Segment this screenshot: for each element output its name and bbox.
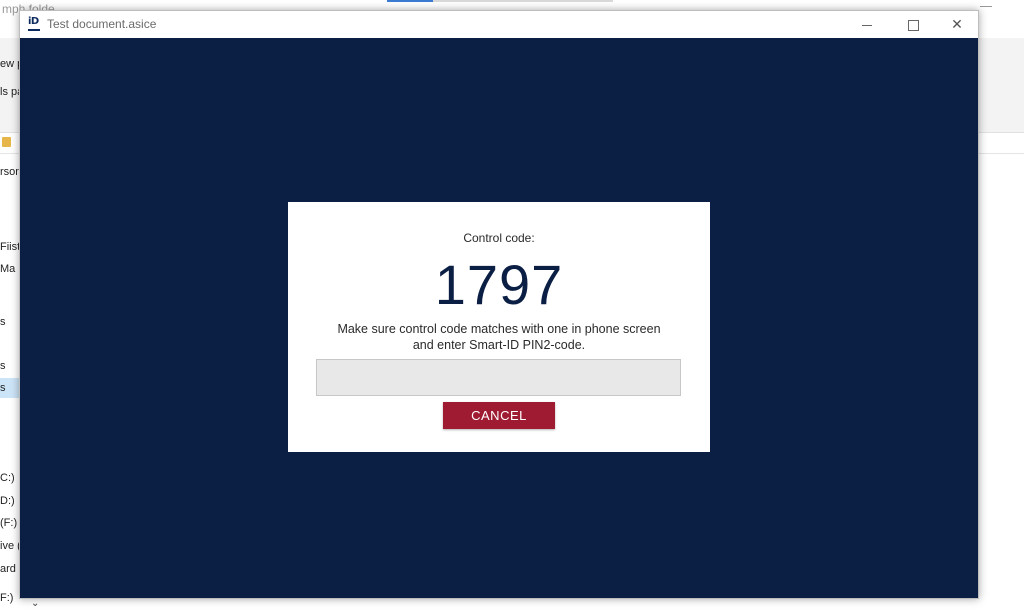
background-tab-strip bbox=[433, 0, 613, 2]
background-nav-item: ive ( bbox=[0, 540, 21, 552]
maximize-button[interactable] bbox=[890, 11, 936, 38]
pin2-input[interactable] bbox=[316, 359, 681, 396]
app-logo-text: iD bbox=[28, 16, 39, 27]
app-window: iD Test document.asice ✕ Control code: 1… bbox=[19, 10, 979, 599]
control-code-label: Control code: bbox=[463, 231, 535, 245]
control-code-dialog: Control code: 1797 Make sure control cod… bbox=[288, 202, 710, 452]
background-nav-item: (F:) bbox=[0, 517, 18, 529]
background-nav-item: C:) bbox=[0, 472, 15, 484]
title-bar[interactable]: iD Test document.asice ✕ bbox=[20, 11, 978, 38]
maximize-icon bbox=[907, 19, 919, 31]
folder-icon bbox=[2, 137, 11, 147]
background-nav-item: D:) bbox=[0, 495, 15, 507]
background-nav-item: Ma bbox=[0, 263, 16, 275]
control-code-value: 1797 bbox=[434, 253, 564, 316]
app-logo-icon: iD bbox=[28, 16, 42, 31]
minimize-icon bbox=[862, 24, 872, 26]
background-nav-item: s bbox=[0, 316, 6, 328]
cancel-button[interactable]: CANCEL bbox=[443, 402, 555, 429]
window-title: Test document.asice bbox=[47, 17, 157, 31]
instruction-message: Make sure control code matches with one … bbox=[288, 322, 710, 353]
close-icon: ✕ bbox=[951, 16, 963, 32]
background-nav-item: F:) bbox=[0, 592, 14, 604]
background-tab-indicator bbox=[387, 0, 433, 2]
close-button[interactable]: ✕ bbox=[934, 11, 980, 38]
instruction-line-1: Make sure control code matches with one … bbox=[337, 322, 661, 336]
chevron-down-icon: ⌄ bbox=[31, 598, 40, 609]
background-minimize-mark bbox=[980, 6, 992, 7]
instruction-line-2: and enter Smart-ID PIN2-code. bbox=[412, 337, 586, 352]
background-nav-item: s bbox=[0, 360, 6, 372]
background-nav-item: ard bbox=[0, 563, 16, 575]
app-content: Control code: 1797 Make sure control cod… bbox=[20, 38, 978, 598]
minimize-button[interactable] bbox=[844, 11, 890, 38]
background-nav-item-selected: s bbox=[0, 378, 19, 398]
